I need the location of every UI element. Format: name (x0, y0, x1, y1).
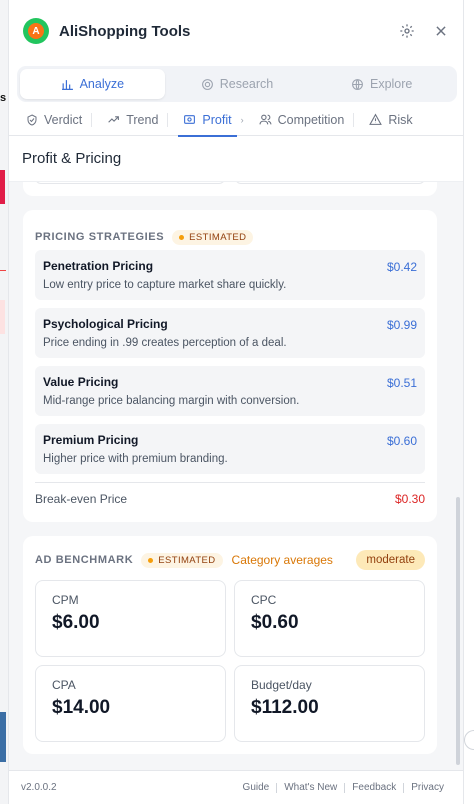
strategy-price: $0.42 (386, 260, 417, 274)
background-image (0, 712, 6, 762)
background-fragment (0, 170, 5, 204)
footer-link-feedback[interactable]: Feedback (345, 782, 403, 793)
metric-label: CPM (52, 593, 79, 607)
metric-cpm: CPM $6.00 (35, 580, 226, 657)
scrollbar-thumb[interactable] (456, 497, 460, 765)
breakeven-value: $0.30 (394, 492, 425, 506)
panel-footer: v2.0.0.2 Guide What's New Feedback Priva… (9, 770, 463, 804)
tab-verdict[interactable]: Verdict (21, 104, 87, 136)
background-fragment: s (0, 92, 7, 104)
segment-analyze[interactable]: Analyze (20, 69, 165, 99)
strategy-name: Penetration Pricing (43, 259, 154, 273)
app-title: AliShopping Tools (59, 22, 191, 40)
category-averages-label: Category averages (231, 553, 333, 567)
footer-link-whats-new[interactable]: What's New (277, 782, 344, 793)
card-label: PRICING STRATEGIES (35, 231, 165, 243)
tab-risk[interactable]: Risk (364, 104, 417, 136)
users-icon (259, 114, 272, 125)
segment-label: Explore (369, 77, 413, 91)
card-label: AD BENCHMARK (35, 554, 134, 566)
tab-label: Competition (277, 112, 345, 127)
background-fragment (0, 270, 6, 271)
background-page (0, 0, 8, 804)
tab-label: Risk (388, 112, 413, 127)
estimated-badge: ESTIMATED (141, 552, 223, 568)
strategy-item[interactable]: Penetration Pricing Low entry price to c… (35, 250, 425, 300)
tab-label: Profit (202, 112, 232, 127)
tab-bar: Verdict Trend Profit › Competition Risk (9, 104, 463, 137)
strategy-price: $0.60 (386, 434, 417, 448)
metric-budget-day: Budget/day $112.00 (234, 665, 425, 742)
segment-explore[interactable]: Explore (309, 69, 454, 99)
scroll-content[interactable]: PRICING STRATEGIES ESTIMATED Penetration… (9, 182, 463, 770)
strategy-item[interactable]: Value Pricing Mid-range price balancing … (35, 366, 425, 416)
tab-label: Trend (126, 112, 159, 127)
version-label: v2.0.0.2 (21, 782, 57, 793)
strategy-price: $0.99 (386, 318, 417, 332)
strategy-price: $0.51 (386, 376, 417, 390)
mode-switcher: Analyze Research Explore (17, 66, 457, 102)
pricing-strategies-card: PRICING STRATEGIES ESTIMATED Penetration… (23, 210, 437, 522)
previous-card-box (235, 182, 425, 184)
app-logo: A (23, 18, 49, 44)
tab-competition[interactable]: Competition (254, 104, 350, 136)
strategy-description: Higher price with premium branding. (43, 453, 228, 465)
tab-divider (353, 112, 355, 127)
previous-card-box (35, 182, 225, 184)
metric-label: Budget/day (251, 678, 312, 692)
segment-label: Research (219, 77, 274, 91)
metric-value: $112.00 (251, 697, 319, 718)
strategy-item[interactable]: Psychological Pricing Price ending in .9… (35, 308, 425, 358)
strategy-description: Low entry price to capture market share … (43, 279, 287, 291)
badge-text: ESTIMATED (189, 231, 247, 243)
tab-label: Verdict (44, 112, 83, 127)
strategy-name: Psychological Pricing (43, 317, 168, 331)
strategy-name: Premium Pricing (43, 433, 139, 447)
metric-cpa: CPA $14.00 (35, 665, 226, 742)
close-icon[interactable] (433, 23, 449, 39)
segment-label: Analyze (79, 77, 125, 91)
search-icon (201, 78, 213, 90)
metric-grid: CPM $6.00 CPC $0.60 CPA $14.00 Budget/da… (23, 572, 437, 754)
strategy-item[interactable]: Premium Pricing Higher price with premiu… (35, 424, 425, 474)
warning-icon (369, 113, 383, 125)
check-circle-icon (27, 113, 37, 126)
wallet-icon (184, 115, 196, 124)
metric-value: $0.60 (251, 612, 299, 633)
competition-level-badge: moderate (356, 550, 425, 570)
metric-cpc: CPC $0.60 (234, 580, 425, 657)
tab-trend[interactable]: Trend (102, 104, 163, 136)
strategy-description: Price ending in .99 creates perception o… (43, 337, 287, 349)
chevron-right-icon: › (240, 114, 244, 125)
page-title: Profit & Pricing (9, 136, 463, 182)
breakeven-row: Break-even Price $0.30 (35, 482, 425, 506)
previous-card (23, 182, 437, 196)
metric-value: $14.00 (52, 697, 111, 718)
settings-icon[interactable] (399, 23, 415, 39)
bar-chart-icon (61, 79, 73, 90)
metric-label: CPA (52, 678, 76, 692)
strategy-name: Value Pricing (43, 375, 119, 389)
globe-icon (352, 78, 363, 90)
background-fragment (464, 730, 474, 750)
tab-divider (91, 112, 93, 127)
tab-divider (167, 112, 169, 127)
panel-header: A AliShopping Tools (9, 0, 463, 62)
logo-letter: A (28, 23, 44, 39)
ad-benchmark-card: AD BENCHMARK ESTIMATED Category averages… (23, 536, 437, 754)
tab-profit[interactable]: Profit (178, 104, 237, 137)
extension-panel: A AliShopping Tools Analyze Research Exp… (8, 0, 464, 804)
footer-link-privacy[interactable]: Privacy (404, 782, 451, 793)
trend-icon (108, 116, 120, 123)
badge-text: ESTIMATED (158, 554, 216, 566)
breakeven-label: Break-even Price (35, 492, 128, 506)
metric-value: $6.00 (52, 612, 100, 633)
segment-research[interactable]: Research (165, 69, 310, 99)
strategy-description: Mid-range price balancing margin with co… (43, 395, 300, 407)
estimated-badge: ESTIMATED (172, 229, 254, 245)
background-fragment (0, 300, 5, 334)
metric-label: CPC (251, 593, 277, 607)
footer-link-guide[interactable]: Guide (236, 782, 277, 793)
